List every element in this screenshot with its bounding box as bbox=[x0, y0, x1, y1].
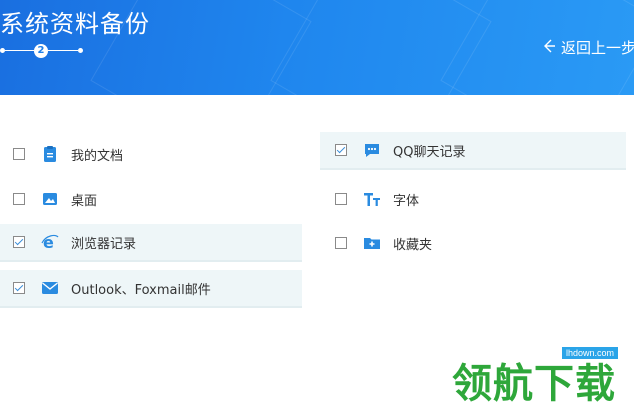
desktop-icon bbox=[41, 190, 59, 208]
option-label: QQ聊天记录 bbox=[393, 144, 466, 160]
option-favorites[interactable]: 收藏夹 bbox=[320, 224, 626, 262]
option-my-documents[interactable]: 我的文档 bbox=[0, 135, 302, 173]
ie-browser-icon: e bbox=[41, 233, 59, 251]
option-mail[interactable]: Outlook、Foxmail邮件 bbox=[0, 270, 302, 308]
option-label: Outlook、Foxmail邮件 bbox=[71, 282, 211, 298]
font-icon bbox=[363, 190, 381, 208]
watermark-site: lhdown.com bbox=[562, 347, 619, 359]
option-label: 收藏夹 bbox=[393, 237, 433, 253]
checkbox-checked[interactable] bbox=[335, 144, 347, 156]
step-current: 2 bbox=[34, 44, 48, 58]
option-fonts[interactable]: 字体 bbox=[320, 180, 626, 218]
option-label: 桌面 bbox=[71, 193, 98, 209]
checkbox[interactable] bbox=[335, 193, 347, 205]
checkbox-checked[interactable] bbox=[13, 236, 25, 248]
page-title: 系统资料备份 bbox=[0, 10, 150, 38]
option-label: 浏览器记录 bbox=[71, 236, 137, 252]
step-dot bbox=[78, 48, 83, 53]
step-indicator: 2 bbox=[0, 43, 86, 59]
checkbox-checked[interactable] bbox=[13, 282, 25, 294]
document-icon bbox=[41, 145, 59, 163]
mail-icon bbox=[41, 279, 59, 297]
option-qq-chat[interactable]: QQ聊天记录 bbox=[320, 132, 626, 170]
watermark-logo: 领航下载 lhdown.com bbox=[452, 343, 634, 407]
favorites-folder-icon bbox=[363, 234, 381, 252]
step-line bbox=[48, 50, 78, 51]
checkbox[interactable] bbox=[13, 148, 25, 160]
option-browser-history[interactable]: e 浏览器记录 bbox=[0, 224, 302, 262]
option-label: 我的文档 bbox=[71, 148, 124, 164]
checkbox[interactable] bbox=[335, 237, 347, 249]
option-label: 字体 bbox=[393, 193, 420, 209]
watermark-brand: 领航下载 bbox=[452, 361, 616, 407]
chat-icon bbox=[363, 141, 381, 159]
checkbox[interactable] bbox=[13, 193, 25, 205]
back-label: 返回上一步 bbox=[561, 39, 634, 57]
header-banner: 系统资料备份 2 返回上一步 bbox=[0, 0, 634, 95]
option-desktop[interactable]: 桌面 bbox=[0, 180, 302, 218]
step-line bbox=[5, 50, 34, 51]
arrow-left-icon bbox=[543, 39, 555, 57]
back-button[interactable]: 返回上一步 bbox=[543, 37, 634, 58]
